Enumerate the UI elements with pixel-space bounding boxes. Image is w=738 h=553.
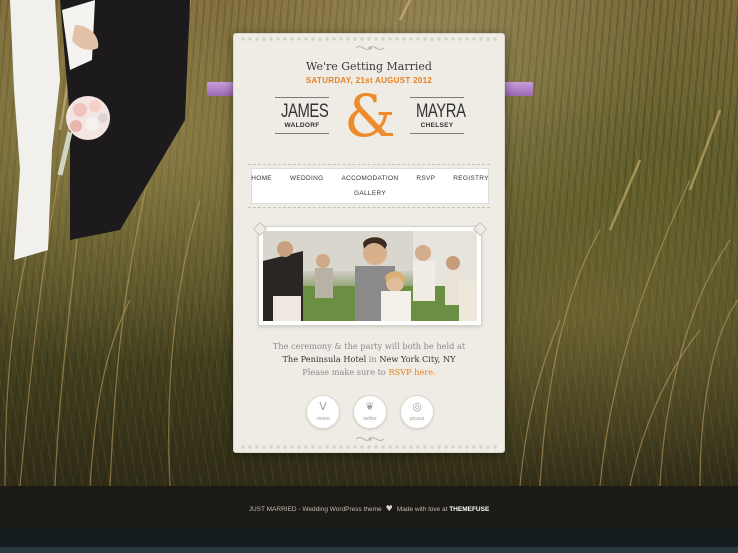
picasa-icon: ◎ [412,400,422,413]
bride-name: MAYRA CHELSEY [410,97,466,134]
venue-name: The Peninsula Hotel [282,354,367,364]
divider [248,207,490,208]
groom-first-name: JAMES [280,101,329,122]
twitter-icon: ❦ [365,400,375,413]
vimeo-icon: V [319,400,327,413]
rsvp-line: Please make sure to RSVP here. [234,367,504,377]
rsvp-prefix: Please make sure to [302,367,389,377]
ampersand: & [344,82,396,150]
twitter-button[interactable]: ❦ twitter [353,395,387,429]
groom-name: JAMES WALDORF [275,97,329,134]
nav-item-gallery[interactable]: GALLERY [354,190,386,197]
ceremony-text: The ceremony & the party will both be he… [272,341,466,351]
invitation-card: We're Getting Married SATURDAY, 21st AUG… [233,33,505,453]
tagline: We're Getting Married [306,60,432,73]
wedding-photo [263,231,477,321]
footer-brand-link[interactable]: THEMEFUSE [449,506,489,513]
venue-line: The Peninsula Hotel in New York City, NY [234,354,504,364]
nav-item-wedding[interactable]: WEDDING [290,175,324,182]
nav-item-home[interactable]: HOME [251,175,272,182]
footer: JUST MARRIED - Wedding WordPress theme ♥ M… [0,486,738,528]
footer-theme: JUST MARRIED - Wedding WordPress theme [248,506,382,513]
ornament-icon [355,437,385,441]
picasa-label: picasa [409,416,425,422]
bride-last-name: CHELSEY [420,122,454,129]
nav-item-accomodation[interactable]: ACCOMODATION [341,175,398,182]
bottom-bar [0,528,738,553]
twitter-label: twitter [363,416,377,422]
heart-icon: ♥ [385,504,393,513]
nav-item-rsvp[interactable]: RSVP [416,175,435,182]
ornament-icon [355,46,385,50]
groom-last-name: WALDORF [284,122,320,129]
main-nav: HOME WEDDING ACCOMODATION RSVP REGISTRY … [251,168,489,204]
couple-photo [10,0,190,260]
rsvp-link[interactable]: RSVP here. [388,367,435,377]
venue-in: in [366,354,380,364]
footer-text: JUST MARRIED - Wedding WordPress theme ♥ M… [0,504,738,513]
vimeo-label: vimeo [316,416,330,422]
divider [248,164,490,165]
venue-city: New York City, NY [379,354,456,364]
vimeo-button[interactable]: V vimeo [306,395,340,429]
bride-first-name: MAYRA [415,101,466,122]
footer-made-with: Made with love at [396,506,450,513]
picasa-button[interactable]: ◎ picasa [400,395,434,429]
photo-frame [258,226,482,326]
nav-item-registry[interactable]: REGISTRY [453,175,489,182]
